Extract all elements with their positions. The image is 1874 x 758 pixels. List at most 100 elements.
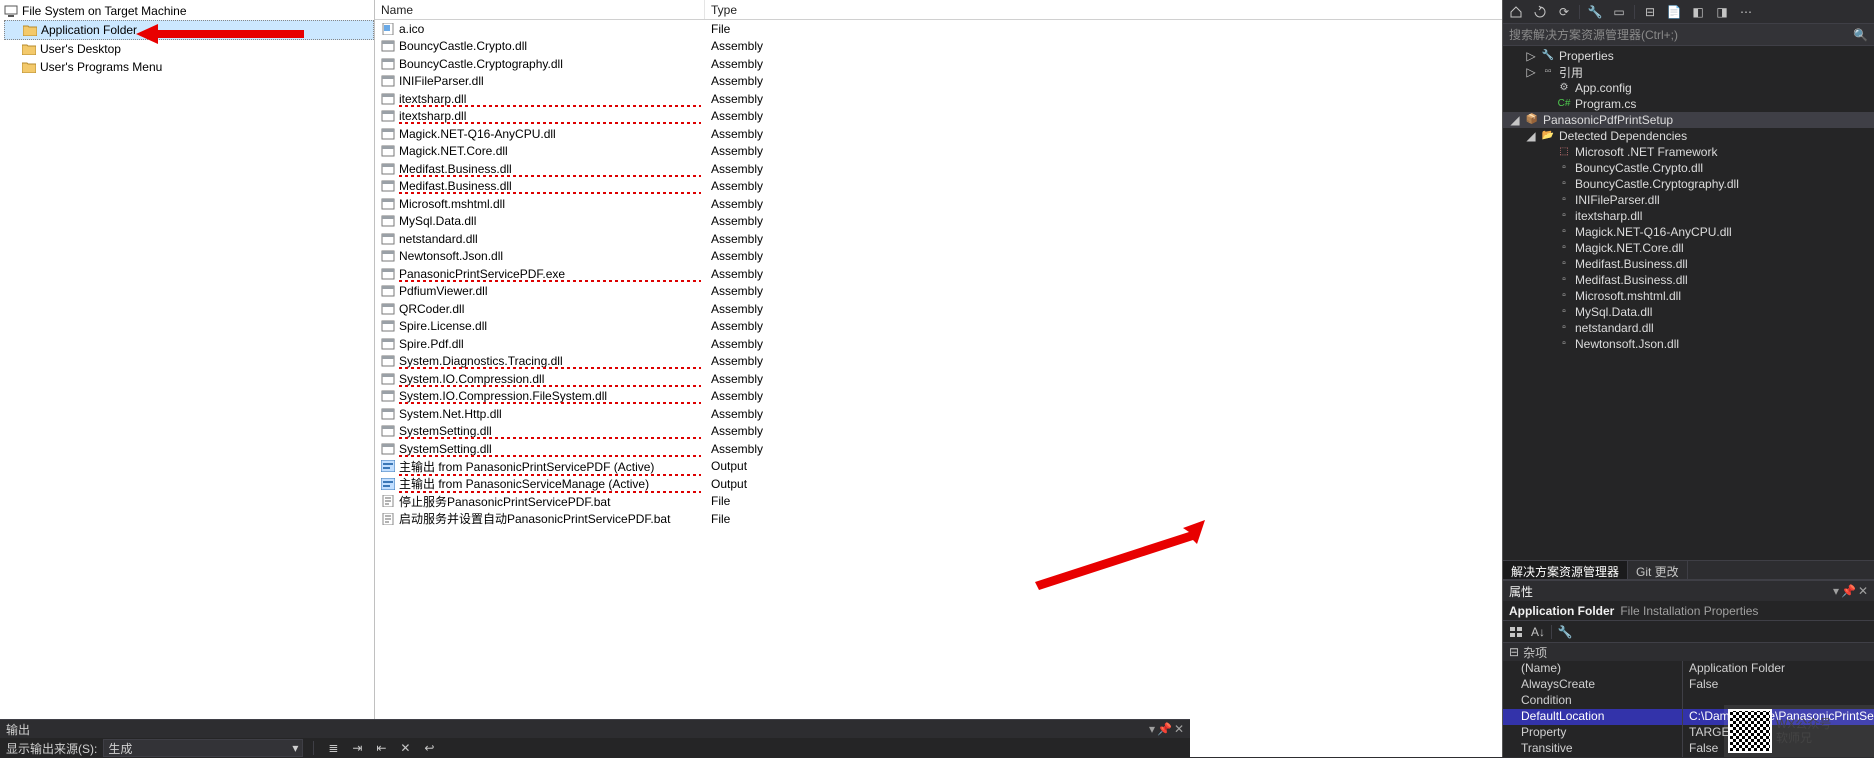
tree-node[interactable]: ▫Medifast.Business.dll bbox=[1503, 272, 1874, 288]
collapse-all-icon[interactable]: ⊟ bbox=[1641, 3, 1659, 21]
file-type: Assembly bbox=[705, 267, 763, 281]
tree-node[interactable]: ▫netstandard.dll bbox=[1503, 320, 1874, 336]
file-row[interactable]: itextsharp.dllAssembly bbox=[375, 90, 1502, 108]
properties-icon[interactable]: 📄 bbox=[1665, 3, 1683, 21]
sync-icon[interactable] bbox=[1531, 3, 1549, 21]
tab[interactable]: 解决方案资源管理器 bbox=[1503, 561, 1628, 579]
twisty-icon[interactable]: ▷ bbox=[1525, 65, 1537, 79]
tree-node[interactable]: ▷▫▫引用 bbox=[1503, 64, 1874, 80]
file-row[interactable]: QRCoder.dllAssembly bbox=[375, 300, 1502, 318]
file-row[interactable]: netstandard.dllAssembly bbox=[375, 230, 1502, 248]
output-tool-1-icon[interactable]: ≣ bbox=[324, 739, 342, 757]
categorized-icon[interactable] bbox=[1507, 623, 1525, 641]
fs-folder[interactable]: User's Programs Menu bbox=[4, 58, 374, 76]
file-row[interactable]: System.Net.Http.dllAssembly bbox=[375, 405, 1502, 423]
output-clear-icon[interactable]: ✕ bbox=[396, 739, 414, 757]
property-row[interactable]: AlwaysCreateFalse bbox=[1503, 677, 1874, 693]
file-row[interactable]: BouncyCastle.Crypto.dllAssembly bbox=[375, 38, 1502, 56]
file-row[interactable]: INIFileParser.dllAssembly bbox=[375, 73, 1502, 91]
properties-category[interactable]: ⊟ 杂项 bbox=[1503, 643, 1874, 661]
file-row[interactable]: a.icoFile bbox=[375, 20, 1502, 38]
tree-node[interactable]: ◢📂Detected Dependencies bbox=[1503, 128, 1874, 144]
home-icon[interactable] bbox=[1507, 3, 1525, 21]
dropdown-icon[interactable]: ▾ bbox=[1833, 584, 1839, 598]
file-row[interactable]: 主输出 from PanasonicPrintServicePDF (Activ… bbox=[375, 458, 1502, 476]
twisty-icon[interactable]: ▷ bbox=[1525, 49, 1537, 63]
output-source-combo[interactable]: 生成 ▾ bbox=[103, 739, 303, 757]
file-row[interactable]: BouncyCastle.Cryptography.dllAssembly bbox=[375, 55, 1502, 73]
output-close-icon[interactable]: ✕ bbox=[1174, 722, 1184, 736]
col-header-type[interactable]: Type bbox=[705, 0, 1502, 19]
tree-node[interactable]: ▫MySql.Data.dll bbox=[1503, 304, 1874, 320]
file-row[interactable]: Spire.Pdf.dllAssembly bbox=[375, 335, 1502, 353]
tree-node[interactable]: ▫Microsoft.mshtml.dll bbox=[1503, 288, 1874, 304]
file-row[interactable]: 停止服务PanasonicPrintServicePDF.batFile bbox=[375, 493, 1502, 511]
tree-node-label: Detected Dependencies bbox=[1559, 129, 1687, 143]
view-icon[interactable]: ◧ bbox=[1689, 3, 1707, 21]
file-row[interactable]: Microsoft.mshtml.dllAssembly bbox=[375, 195, 1502, 213]
tree-node[interactable]: ▷🔧Properties bbox=[1503, 48, 1874, 64]
property-value[interactable]: False bbox=[1683, 677, 1874, 693]
file-row[interactable]: PdfiumViewer.dllAssembly bbox=[375, 283, 1502, 301]
tree-node[interactable]: ▫BouncyCastle.Crypto.dll bbox=[1503, 160, 1874, 176]
twisty-icon[interactable]: ◢ bbox=[1525, 129, 1537, 143]
asm-icon bbox=[381, 128, 395, 140]
tree-node[interactable]: ◢📦PanasonicPdfPrintSetup bbox=[1503, 112, 1874, 128]
file-name: System.IO.Compression.FileSystem.dll bbox=[399, 389, 607, 403]
refresh-icon[interactable]: ⟳ bbox=[1555, 3, 1573, 21]
wrench-icon[interactable]: 🔧 bbox=[1586, 3, 1604, 21]
twisty-icon[interactable]: ◢ bbox=[1509, 113, 1521, 127]
machine-icon bbox=[4, 4, 18, 18]
tree-node[interactable]: ▫BouncyCastle.Cryptography.dll bbox=[1503, 176, 1874, 192]
solution-explorer-search[interactable]: 🔍 bbox=[1503, 24, 1874, 46]
file-row[interactable]: System.IO.Compression.FileSystem.dllAsse… bbox=[375, 388, 1502, 406]
tree-node[interactable]: ▫Medifast.Business.dll bbox=[1503, 256, 1874, 272]
solution-tree[interactable]: ▷🔧Properties▷▫▫引用⚙App.configC#Program.cs… bbox=[1503, 46, 1874, 560]
output-tool-3-icon[interactable]: ⇤ bbox=[372, 739, 390, 757]
file-row[interactable]: itextsharp.dllAssembly bbox=[375, 108, 1502, 126]
file-row[interactable]: Medifast.Business.dllAssembly bbox=[375, 178, 1502, 196]
file-row[interactable]: Magick.NET.Core.dllAssembly bbox=[375, 143, 1502, 161]
show-all-icon[interactable]: ▭ bbox=[1610, 3, 1628, 21]
fs-root-node[interactable]: File System on Target Machine bbox=[4, 2, 374, 20]
file-row[interactable]: Medifast.Business.dllAssembly bbox=[375, 160, 1502, 178]
tree-node[interactable]: ⚙App.config bbox=[1503, 80, 1874, 96]
file-row[interactable]: Magick.NET-Q16-AnyCPU.dllAssembly bbox=[375, 125, 1502, 143]
property-value[interactable]: Application Folder bbox=[1683, 661, 1874, 677]
output-dropdown-icon[interactable]: ▾ bbox=[1149, 722, 1155, 736]
file-row[interactable]: MySql.Data.dllAssembly bbox=[375, 213, 1502, 231]
output-pin-icon[interactable]: 📌 bbox=[1157, 722, 1172, 736]
file-row[interactable]: 主输出 from PanasonicServiceManage (Active)… bbox=[375, 475, 1502, 493]
file-row[interactable]: SystemSetting.dllAssembly bbox=[375, 423, 1502, 441]
property-row[interactable]: (Name)Application Folder bbox=[1503, 661, 1874, 677]
tab[interactable]: Git 更改 bbox=[1628, 561, 1688, 579]
alphabetical-icon[interactable]: A↓ bbox=[1529, 623, 1547, 641]
tree-node[interactable]: ▫Magick.NET.Core.dll bbox=[1503, 240, 1874, 256]
more-icon[interactable]: ⋯ bbox=[1737, 3, 1755, 21]
close-icon[interactable]: ✕ bbox=[1858, 584, 1868, 598]
search-icon[interactable]: 🔍 bbox=[1853, 28, 1868, 42]
file-row[interactable]: Spire.License.dllAssembly bbox=[375, 318, 1502, 336]
fs-folder[interactable]: Application Folder bbox=[4, 20, 374, 40]
tree-node[interactable]: ▫itextsharp.dll bbox=[1503, 208, 1874, 224]
file-row[interactable]: SystemSetting.dllAssembly bbox=[375, 440, 1502, 458]
search-input[interactable] bbox=[1509, 28, 1849, 42]
tree-node[interactable]: ⬚Microsoft .NET Framework bbox=[1503, 144, 1874, 160]
pin-icon[interactable]: 📌 bbox=[1841, 584, 1856, 598]
tree-node[interactable]: C#Program.cs bbox=[1503, 96, 1874, 112]
fs-folder[interactable]: User's Desktop bbox=[4, 40, 374, 58]
output-wrap-icon[interactable]: ↩ bbox=[420, 739, 438, 757]
file-row[interactable]: 启动服务并设置自动PanasonicPrintServicePDF.batFil… bbox=[375, 510, 1502, 528]
col-header-name[interactable]: Name bbox=[375, 0, 705, 19]
file-row[interactable]: Newtonsoft.Json.dllAssembly bbox=[375, 248, 1502, 266]
tree-node-label: PanasonicPdfPrintSetup bbox=[1543, 113, 1673, 127]
tree-node[interactable]: ▫Magick.NET-Q16-AnyCPU.dll bbox=[1503, 224, 1874, 240]
tree-node[interactable]: ▫Newtonsoft.Json.dll bbox=[1503, 336, 1874, 352]
file-row[interactable]: System.Diagnostics.Tracing.dllAssembly bbox=[375, 353, 1502, 371]
props-wrench-icon[interactable]: 🔧 bbox=[1556, 623, 1574, 641]
preview-icon[interactable]: ◨ bbox=[1713, 3, 1731, 21]
file-row[interactable]: PanasonicPrintServicePDF.exeAssembly bbox=[375, 265, 1502, 283]
file-row[interactable]: System.IO.Compression.dllAssembly bbox=[375, 370, 1502, 388]
output-tool-2-icon[interactable]: ⇥ bbox=[348, 739, 366, 757]
tree-node[interactable]: ▫INIFileParser.dll bbox=[1503, 192, 1874, 208]
